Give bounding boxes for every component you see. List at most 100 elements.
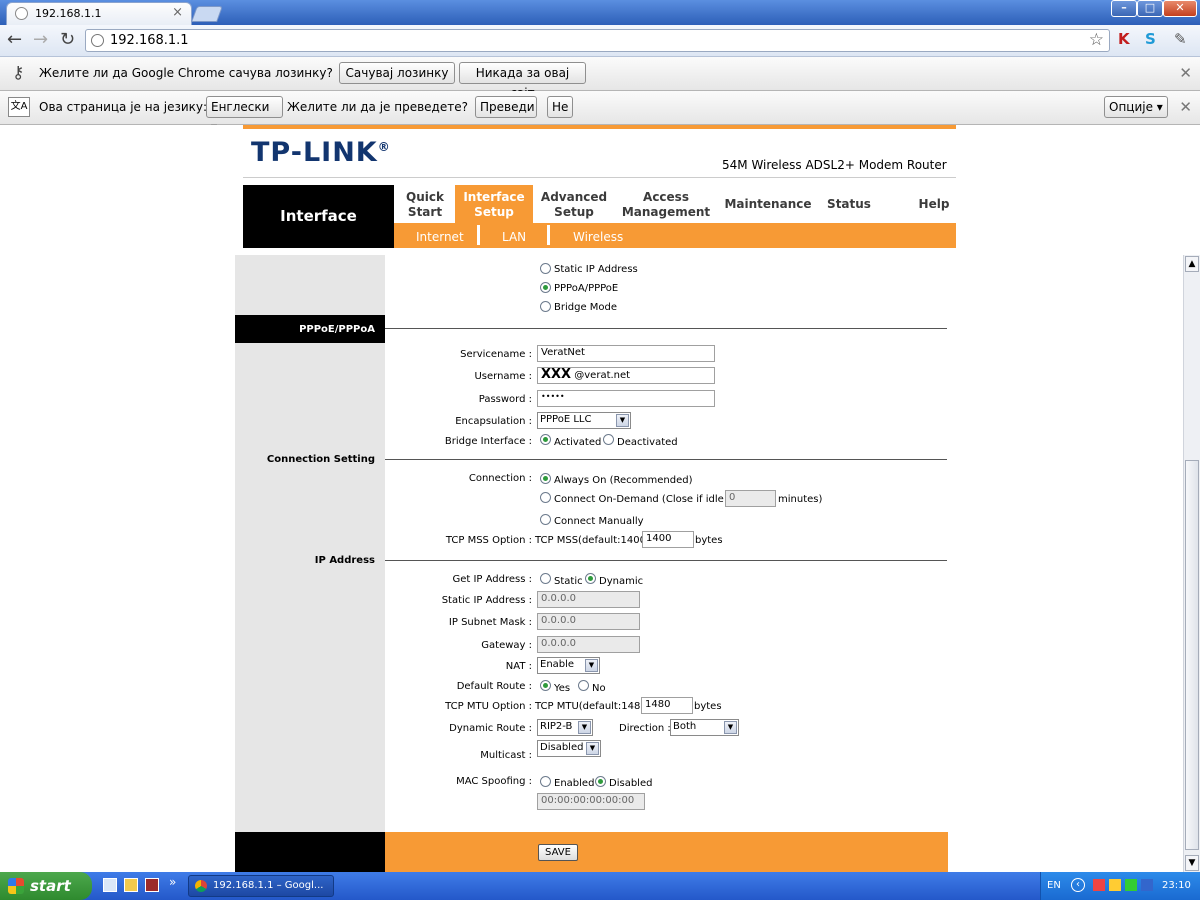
wrench-icon[interactable]: ✎ [1174,30,1187,48]
servicename-input[interactable]: VeratNet [537,345,715,362]
getip-static-radio[interactable] [540,573,551,584]
system-tray: EN ‹ 23:10 [1040,872,1200,900]
page-scrollbar[interactable]: ▲ ▼ [1183,255,1200,872]
save-password-button[interactable]: Сачувај лозинку [339,62,455,84]
subnav-wireless[interactable]: Wireless [573,230,623,244]
tray-app-icon[interactable] [1125,879,1137,891]
nat-select[interactable]: Enable ▼ [537,657,600,674]
mac-disabled-label: Disabled [609,778,653,789]
tab-close-icon[interactable]: × [172,5,183,20]
mac-spoofing-label: MAC Spoofing : [456,776,532,787]
chevron-down-icon: ▼ [724,721,737,734]
encapsulation-select[interactable]: PPPoE LLC ▼ [537,412,631,429]
defroute-no-radio[interactable] [578,680,589,691]
tcp-mtu-input[interactable]: 1480 [641,697,693,714]
translate-question: Желите ли да је преведете? [287,100,468,114]
getip-dynamic-radio[interactable] [585,573,596,584]
idle-time-input[interactable]: 0 [725,490,776,507]
username-input[interactable]: XXX @verat.net [537,367,715,384]
tray-expand-icon[interactable]: ‹ [1071,878,1085,892]
tray-app-icon[interactable] [1141,879,1153,891]
no-translate-button[interactable]: Не [547,96,573,118]
close-window-button[interactable]: ✕ [1163,0,1197,17]
close-translate-icon[interactable]: ✕ [1179,98,1192,116]
bridge-activated-radio[interactable] [540,434,551,445]
nav-status[interactable]: Status [824,197,874,212]
username-label: Username : [474,371,532,382]
save-icon[interactable] [145,878,159,892]
windows-flag-icon [8,878,24,894]
tcp-mss-input[interactable]: 1400 [642,531,694,548]
get-ip-label: Get IP Address : [452,574,532,585]
bookmark-star-icon[interactable]: ☆ [1089,30,1104,50]
conn-ondemand-label: Connect On-Demand (Close if idle for [554,494,741,505]
tcp-mss-unit: bytes [695,535,723,546]
section-divider [385,459,947,460]
close-infobar-icon[interactable]: ✕ [1179,64,1192,82]
mac-address-input[interactable]: 00:00:00:00:00:00 [537,793,645,810]
minimize-button[interactable]: – [1111,0,1137,17]
mac-disabled-radio[interactable] [595,776,606,787]
multicast-select[interactable]: Disabled ▼ [537,740,601,757]
reload-icon[interactable]: ↻ [60,30,75,50]
password-input[interactable]: ••••• [537,390,715,407]
maximize-button[interactable]: □ [1137,0,1163,17]
nav-help[interactable]: Help [914,197,954,212]
forward-arrow-icon[interactable]: → [33,30,48,50]
password-question: Желите ли да Google Chrome сачува лозинк… [39,66,333,80]
options-button[interactable]: Опције ▾ [1104,96,1168,118]
clock: 23:10 [1162,880,1191,891]
conn-always-radio[interactable] [540,473,551,484]
back-arrow-icon[interactable]: ← [7,30,22,50]
footer-left-block [235,832,385,872]
extension-k-icon[interactable]: K [1118,30,1130,48]
tcp-mss-label: TCP MSS Option : [445,535,532,546]
isp-static-radio[interactable] [540,263,551,274]
nav-access-management[interactable]: Access Management [620,190,712,220]
nav-interface-setup[interactable]: Interface Setup [455,185,533,223]
mac-enabled-radio[interactable] [540,776,551,787]
nav-maintenance[interactable]: Maintenance [722,197,814,212]
defroute-yes-radio[interactable] [540,680,551,691]
address-bar[interactable]: 192.168.1.1 ☆ [85,29,1110,52]
nav-quick-start[interactable]: Quick Start [400,190,450,220]
isp-bridge-radio[interactable] [540,301,551,312]
defroute-yes-label: Yes [554,683,571,694]
skype-icon[interactable]: S [1145,30,1156,48]
subnav-lan[interactable]: LAN [502,230,526,244]
static-ip-input[interactable]: 0.0.0.0 [537,591,640,608]
scroll-up-icon[interactable]: ▲ [1185,256,1199,272]
dynamic-route-select[interactable]: RIP2-B ▼ [537,719,593,736]
browser-toolbar: ← → ↻ 192.168.1.1 ☆ K S ✎ [0,25,1200,57]
browser-tab[interactable]: 192.168.1.1 × [6,2,192,25]
direction-select[interactable]: Both ▼ [670,719,739,736]
gateway-input[interactable]: 0.0.0.0 [537,636,640,653]
chevron-down-icon: ▼ [586,742,599,755]
translate-button[interactable]: Преведи [475,96,537,118]
save-button[interactable]: SAVE [538,844,578,861]
nav-advanced-setup[interactable]: Advanced Setup [537,190,611,220]
taskbar-chrome-item[interactable]: 192.168.1.1 – Googl... [188,875,334,897]
password-infobar: ⚷ Желите ли да Google Chrome сачува лози… [0,57,1200,100]
footer-bar [385,832,948,872]
subnav-internet[interactable]: Internet [416,230,464,244]
quicklaunch-icon[interactable] [124,878,138,892]
scrollbar-thumb[interactable] [1185,460,1199,850]
never-save-button[interactable]: Никада за овај сајт [459,62,586,100]
isp-pppoe-radio[interactable] [540,282,551,293]
language-indicator[interactable]: EN [1047,880,1061,891]
desktop-icon[interactable] [103,878,117,892]
conn-ondemand-radio[interactable] [540,492,551,503]
quicklaunch-chevron[interactable]: » [169,875,176,889]
tray-app-icon[interactable] [1109,879,1121,891]
address-bar-url: 192.168.1.1 [110,33,189,48]
start-button[interactable]: start [0,872,92,900]
subnet-mask-input[interactable]: 0.0.0.0 [537,613,640,630]
tray-app-icon[interactable] [1093,879,1105,891]
language-select[interactable]: Енглески ▾ [206,96,283,134]
nat-label: NAT : [505,661,532,672]
bridge-deactivated-radio[interactable] [603,434,614,445]
subnav-divider [477,225,480,245]
scroll-down-icon[interactable]: ▼ [1185,855,1199,871]
conn-manual-radio[interactable] [540,514,551,525]
